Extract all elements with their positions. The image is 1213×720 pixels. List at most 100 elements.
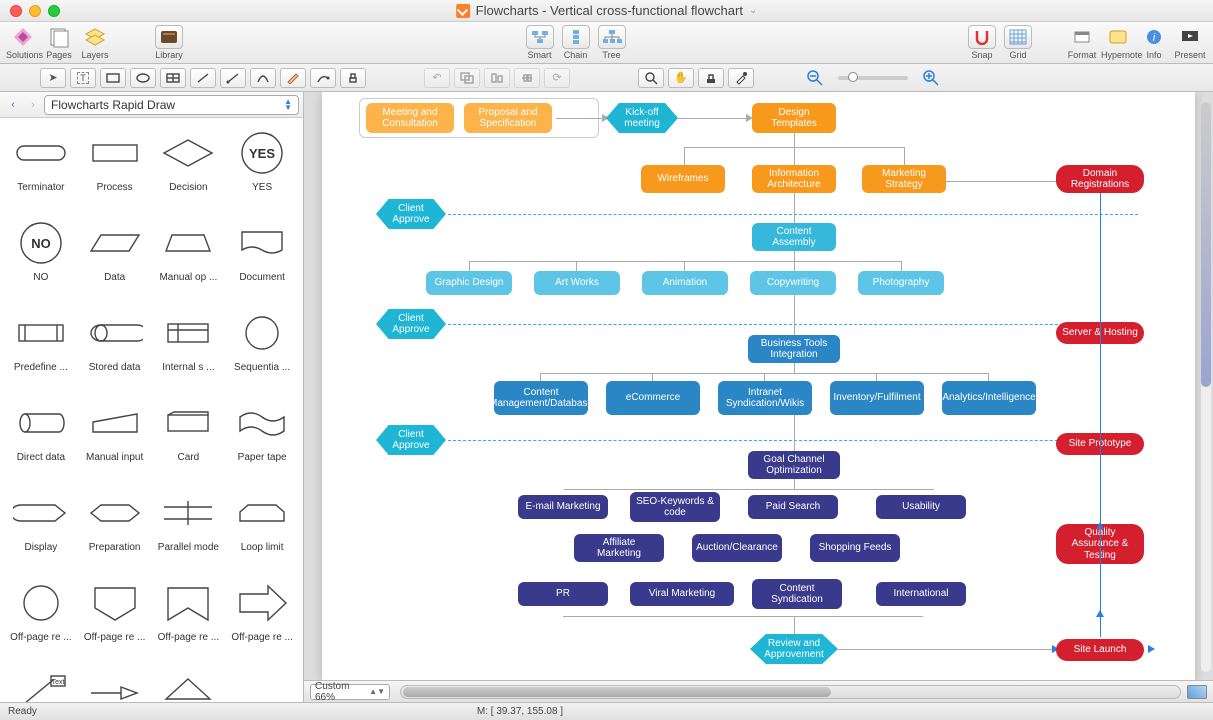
node-usability[interactable]: Usability <box>876 495 966 519</box>
shape-item-17[interactable]: Preparation <box>78 486 152 576</box>
node-viral[interactable]: Viral Marketing <box>630 582 734 606</box>
node-proposal[interactable]: Proposal and Specification <box>464 103 552 133</box>
node-info-arch[interactable]: Information Architecture <box>752 165 836 193</box>
pan-tool[interactable]: ✋ <box>668 68 694 88</box>
shape-item-15[interactable]: Paper tape <box>225 396 299 486</box>
node-cms[interactable]: Content Management/Database <box>494 381 588 415</box>
node-auction[interactable]: Auction/Clearance <box>692 534 782 562</box>
info-button[interactable]: iInfo <box>1137 25 1171 60</box>
node-analytics[interactable]: Analytics/Intelligence <box>942 381 1036 415</box>
shape-item-12[interactable]: Direct data <box>4 396 78 486</box>
zoom-selector[interactable]: Custom 66%▲▼ <box>310 684 390 700</box>
node-international[interactable]: International <box>876 582 966 606</box>
shape-item-11[interactable]: Sequentia ... <box>225 306 299 396</box>
tree-button[interactable]: Tree <box>595 25 629 60</box>
node-design-templates[interactable]: Design Templates <box>752 103 836 133</box>
node-content-synd[interactable]: Content Syndication <box>752 579 842 609</box>
node-email-mkt[interactable]: E-mail Marketing <box>518 495 608 519</box>
node-inventory[interactable]: Inventory/Fulfilment <box>830 381 924 415</box>
minimize-window[interactable] <box>29 5 41 17</box>
curve-tool[interactable] <box>250 68 276 88</box>
canvas[interactable]: Meeting and Consultation Proposal and Sp… <box>304 92 1213 702</box>
stamp-picker[interactable] <box>698 68 724 88</box>
shape-item-13[interactable]: Manual input <box>78 396 152 486</box>
grid-button[interactable]: Grid <box>1001 25 1035 60</box>
node-bti[interactable]: Business Tools Integration <box>748 335 840 363</box>
eyedropper-tool[interactable] <box>728 68 754 88</box>
snap-button[interactable]: Snap <box>965 25 999 60</box>
format-button[interactable]: Format <box>1065 25 1099 60</box>
rect-tool[interactable] <box>100 68 126 88</box>
library-selector[interactable]: Flowcharts Rapid Draw ▲▼ <box>44 95 299 115</box>
close-window[interactable] <box>10 5 22 17</box>
zoom-tool[interactable] <box>638 68 664 88</box>
distribute-button[interactable] <box>514 68 540 88</box>
ellipse-tool[interactable] <box>130 68 156 88</box>
canvas-area[interactable]: Meeting and Consultation Proposal and Sp… <box>304 92 1213 702</box>
connector-tool[interactable] <box>220 68 246 88</box>
shape-item-22[interactable]: Off-page re ... <box>152 576 226 666</box>
node-pr[interactable]: PR <box>518 582 608 606</box>
layers-button[interactable]: Layers <box>78 25 112 60</box>
shape-item-23[interactable]: Off-page re ... <box>225 576 299 666</box>
shape-item-16[interactable]: Display <box>4 486 78 576</box>
shape-item-14[interactable]: Card <box>152 396 226 486</box>
horizontal-scrollbar[interactable] <box>400 685 1181 699</box>
zoom-slider[interactable] <box>838 76 908 80</box>
node-graphic-design[interactable]: Graphic Design <box>426 271 512 295</box>
line-tool[interactable] <box>190 68 216 88</box>
node-seo[interactable]: SEO-Keywords & code <box>630 492 720 522</box>
node-photography[interactable]: Photography <box>858 271 944 295</box>
node-paid-search[interactable]: Paid Search <box>748 495 838 519</box>
shape-item-25[interactable] <box>78 666 152 702</box>
library-button[interactable]: Library <box>152 25 186 60</box>
group-button[interactable] <box>454 68 480 88</box>
node-client-approve-1[interactable]: Client Approve <box>376 199 446 229</box>
smart-button[interactable]: Smart <box>523 25 557 60</box>
node-wireframes[interactable]: Wireframes <box>641 165 725 193</box>
shape-item-20[interactable]: Off-page re ... <box>4 576 78 666</box>
shape-item-27[interactable] <box>225 666 299 702</box>
shape-item-18[interactable]: Parallel mode <box>152 486 226 576</box>
node-ecommerce[interactable]: eCommerce <box>606 381 700 415</box>
node-client-approve-3[interactable]: Client Approve <box>376 425 446 455</box>
zoom-in-button[interactable] <box>918 68 944 88</box>
navigator-icon[interactable] <box>1187 685 1207 699</box>
node-client-approve-2[interactable]: Client Approve <box>376 309 446 339</box>
text-tool[interactable]: T <box>70 68 96 88</box>
rotate-button[interactable]: ⟳ <box>544 68 570 88</box>
title-dropdown-icon[interactable]: ⌄ <box>749 5 757 16</box>
node-animation[interactable]: Animation <box>642 271 728 295</box>
node-goal-opt[interactable]: Goal Channel Optimization <box>748 451 840 479</box>
node-copywriting[interactable]: Copywriting <box>750 271 836 295</box>
chain-button[interactable]: Chain <box>559 25 593 60</box>
node-art-works[interactable]: Art Works <box>534 271 620 295</box>
shape-item-9[interactable]: Stored data <box>78 306 152 396</box>
shape-item-7[interactable]: Document <box>225 216 299 306</box>
pointer-tool[interactable]: ➤ <box>40 68 66 88</box>
stamp-tool[interactable] <box>340 68 366 88</box>
node-meeting[interactable]: Meeting and Consultation <box>366 103 454 133</box>
node-content-assembly[interactable]: Content Assembly <box>752 223 836 251</box>
solutions-button[interactable]: Solutions <box>6 25 40 60</box>
shape-item-5[interactable]: Data <box>78 216 152 306</box>
shape-item-6[interactable]: Manual op ... <box>152 216 226 306</box>
node-domain-reg[interactable]: Domain Registrations <box>1056 165 1144 193</box>
node-site-launch[interactable]: Site Launch <box>1056 639 1144 661</box>
node-affiliate[interactable]: Affiliate Marketing <box>574 534 664 562</box>
shape-item-26[interactable] <box>152 666 226 702</box>
shape-item-21[interactable]: Off-page re ... <box>78 576 152 666</box>
hypernote-button[interactable]: Hypernote <box>1101 25 1135 60</box>
shape-item-3[interactable]: YESYES <box>225 126 299 216</box>
node-review[interactable]: Review and Approvement <box>750 634 838 664</box>
node-kickoff[interactable]: Kick-off meeting <box>606 103 678 133</box>
shape-item-10[interactable]: Internal s ... <box>152 306 226 396</box>
node-intranet[interactable]: Intranet Syndication/Wikis <box>718 381 812 415</box>
shape-item-24[interactable]: Text <box>4 666 78 702</box>
align-button[interactable] <box>484 68 510 88</box>
pen-tool[interactable] <box>310 68 336 88</box>
node-shopping[interactable]: Shopping Feeds <box>810 534 900 562</box>
zoom-window[interactable] <box>48 5 60 17</box>
present-button[interactable]: Present <box>1173 25 1207 60</box>
shape-item-4[interactable]: NONO <box>4 216 78 306</box>
